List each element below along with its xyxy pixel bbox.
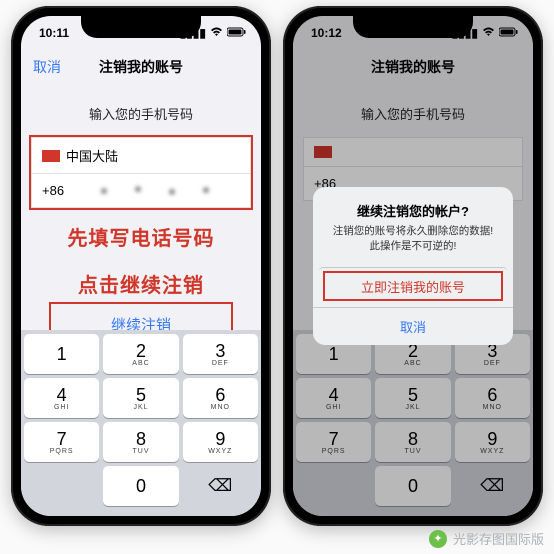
phone-left: 10:11 ▮▮▮▮ 取消 注销我的账号 输入您的手机号码: [11, 6, 271, 526]
keypad-letters: WXYZ: [208, 448, 232, 455]
keypad-digit: 3: [215, 342, 225, 360]
watermark: ✦ 光影存图国际版: [429, 529, 544, 548]
keypad-digit: 4: [57, 386, 67, 404]
dialog-cancel-button[interactable]: 取消: [313, 307, 513, 345]
notch: [81, 16, 201, 38]
wifi-icon: [210, 26, 223, 40]
dialog-title: 继续注销您的帐户?: [327, 201, 499, 220]
flag-icon: [42, 150, 60, 162]
keypad-key-8[interactable]: 8TUV: [103, 422, 178, 462]
keypad-delete[interactable]: ⌫: [183, 466, 258, 506]
keypad-blank: [24, 466, 99, 506]
keypad-key-9[interactable]: 9WXYZ: [183, 422, 258, 462]
annotation-fill-phone: 先填写电话号码: [21, 222, 261, 251]
notch: [353, 16, 473, 38]
country-select[interactable]: 中国大陆: [31, 137, 251, 174]
keypad-key-5[interactable]: 5JKL: [103, 378, 178, 418]
confirm-delete-button[interactable]: 立即注销我的账号: [319, 267, 507, 305]
dial-code: +86: [42, 183, 64, 198]
keypad-digit: 6: [215, 386, 225, 404]
keypad-digit: 2: [136, 342, 146, 360]
keypad-letters: GHI: [54, 404, 69, 411]
keypad-letters: MNO: [211, 404, 230, 411]
status-time: 10:11: [39, 26, 69, 40]
keypad-key-0[interactable]: 0: [103, 466, 178, 506]
keypad-digit: 7: [57, 430, 67, 448]
phone-input-group: 中国大陆 +86: [31, 137, 251, 208]
keypad-key-2[interactable]: 2ABC: [103, 334, 178, 374]
keypad-key-1[interactable]: 1: [24, 334, 99, 374]
annotation-click-continue: 点击继续注销: [21, 269, 261, 298]
keypad-digit: 8: [136, 430, 146, 448]
phone-input[interactable]: +86: [31, 174, 251, 208]
keypad-digit: 0: [136, 477, 146, 495]
page-title: 注销我的账号: [99, 57, 183, 77]
cancel-button[interactable]: 取消: [33, 57, 61, 77]
dialog-message-2: 此操作是不可逆的!: [327, 239, 499, 254]
modal-overlay: 继续注销您的帐户? 注销您的账号将永久删除您的数据! 此操作是不可逆的! 立即注…: [293, 16, 533, 516]
keypad-digit: 9: [215, 430, 225, 448]
keypad-digit: 1: [57, 345, 67, 363]
keypad-key-7[interactable]: 7PQRS: [24, 422, 99, 462]
watermark-text: 光影存图国际版: [453, 529, 544, 548]
keypad-letters: ABC: [132, 360, 149, 367]
phone-number-blurred: [70, 182, 240, 200]
wechat-icon: ✦: [429, 530, 447, 548]
numeric-keypad-left: 12ABC3DEF4GHI5JKL6MNO7PQRS8TUV9WXYZ0⌫: [21, 330, 261, 516]
keypad-letters: JKL: [133, 404, 148, 411]
confirm-dialog: 继续注销您的帐户? 注销您的账号将永久删除您的数据! 此操作是不可逆的! 立即注…: [313, 187, 513, 345]
keypad-letters: PQRS: [50, 448, 74, 455]
keypad-key-3[interactable]: 3DEF: [183, 334, 258, 374]
subtitle: 输入您的手机号码: [21, 104, 261, 123]
nav-bar: 取消 注销我的账号: [21, 50, 261, 84]
keypad-key-4[interactable]: 4GHI: [24, 378, 99, 418]
keypad-digit: 5: [136, 386, 146, 404]
keypad-letters: TUV: [132, 448, 149, 455]
phone-right: 10:12 ▮▮▮▮ 注销我的账号 输入您的手机号码: [283, 6, 543, 526]
country-label: 中国大陆: [66, 146, 118, 165]
battery-icon: [227, 26, 247, 40]
keypad-letters: DEF: [212, 360, 229, 367]
dialog-message-1: 注销您的账号将永久删除您的数据!: [327, 224, 499, 239]
keypad-key-6[interactable]: 6MNO: [183, 378, 258, 418]
